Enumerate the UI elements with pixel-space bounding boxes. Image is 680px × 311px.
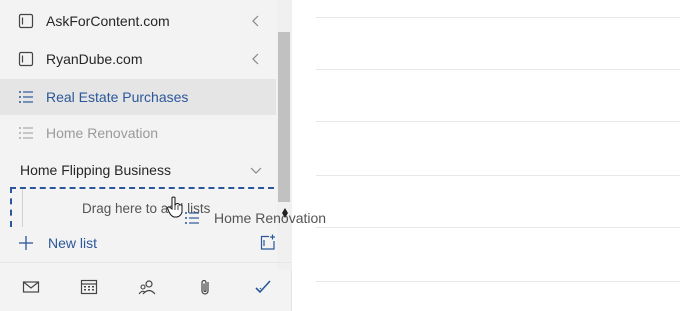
chevron-left-icon[interactable] [250,15,262,27]
group-icon [18,13,34,29]
sidebar-group-home-flipping[interactable]: Home Flipping Business [0,152,276,188]
chevron-left-icon[interactable] [250,53,262,65]
list-icon [185,212,199,224]
move-cursor-icon [282,208,288,218]
plus-icon [19,236,33,250]
task-row-divider [316,121,680,122]
attachment-icon[interactable] [196,278,214,296]
sidebar-item-ryandube[interactable]: RyanDube.com [0,41,276,77]
mail-icon[interactable] [22,278,40,296]
sidebar-item-label: Home Renovation [46,125,159,141]
sidebar-item-label: AskForContent.com [46,13,170,29]
sidebar-item-real-estate-purchases[interactable]: Real Estate Purchases [0,79,276,115]
group-label: Home Flipping Business [20,162,171,178]
drag-ghost-home-renovation: Home Renovation [184,207,326,229]
bottom-app-nav [0,262,292,311]
chevron-down-icon[interactable] [250,164,262,176]
calendar-icon[interactable] [80,278,98,296]
new-group-icon[interactable] [259,234,276,251]
hand-cursor-icon [166,196,183,218]
sidebar-item-label: RyanDube.com [46,51,143,67]
task-row-divider [316,175,680,176]
sidebar-item-label: Real Estate Purchases [46,89,189,105]
todo-check-icon[interactable] [254,278,272,296]
sidebar: AskForContent.com RyanDube.com Real Esta… [0,0,292,311]
task-row-divider [316,69,680,70]
drag-ghost-label: Home Renovation [214,210,327,226]
sidebar-item-askforcontent[interactable]: AskForContent.com [0,3,276,39]
task-row-divider [316,17,680,18]
list-icon [19,127,33,139]
new-list-button[interactable]: New list [0,228,292,258]
group-icon [18,51,34,67]
list-icon [19,91,33,103]
people-icon[interactable] [138,278,156,296]
new-list-label: New list [48,235,98,251]
scrollbar-thumb[interactable] [278,32,290,202]
task-row-divider [316,281,680,282]
task-row-divider [316,227,680,228]
sidebar-item-home-renovation[interactable]: Home Renovation [0,115,276,151]
